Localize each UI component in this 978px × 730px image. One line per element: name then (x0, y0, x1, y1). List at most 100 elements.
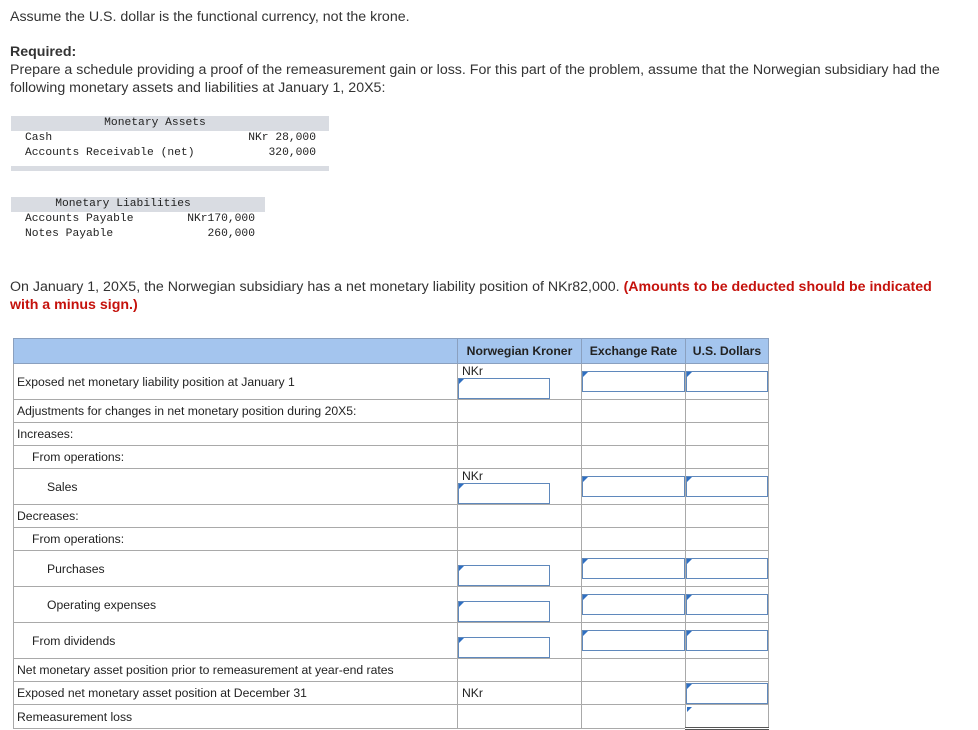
rate-input[interactable] (582, 476, 685, 497)
dollars-cell (685, 704, 769, 730)
rate-cell (581, 363, 686, 400)
monetary-liabilities-header: Monetary Liabilities (11, 197, 265, 212)
table-row: Decreases: (13, 504, 769, 528)
table-row: Exposed net monetary liability position … (13, 363, 769, 400)
row-label: Operating expenses (13, 586, 458, 623)
rate-cell (581, 504, 686, 528)
rate-cell (581, 622, 686, 659)
kroner-cell (457, 445, 582, 469)
table-row: Sales NKr (13, 468, 769, 505)
kroner-cell (457, 586, 582, 623)
kroner-cell (457, 658, 582, 682)
liability-label: Notes Payable (25, 228, 114, 240)
currency-label: NKr (462, 686, 483, 700)
liability-value: NKr170,000 (187, 213, 255, 225)
kroner-cell (457, 504, 582, 528)
rate-cell (581, 586, 686, 623)
dollars-input[interactable] (686, 682, 768, 704)
table-row: Exposed net monetary asset position at D… (13, 681, 769, 705)
rate-cell (581, 422, 686, 446)
rate-cell (581, 468, 686, 505)
rate-cell (581, 399, 686, 423)
kroner-input[interactable] (458, 601, 550, 622)
table-row: From operations: (13, 527, 769, 551)
row-label: Sales (13, 468, 458, 505)
dollars-cell (685, 658, 769, 682)
kroner-cell (457, 422, 582, 446)
row-label: From operations: (13, 445, 458, 469)
dollars-cell (685, 681, 769, 705)
rate-cell (581, 527, 686, 551)
header-blank (13, 338, 458, 364)
rate-cell (581, 658, 686, 682)
header-norwegian-kroner: Norwegian Kroner (457, 338, 582, 364)
kroner-input[interactable] (458, 483, 550, 504)
rate-cell (581, 445, 686, 469)
asset-value: 320,000 (268, 147, 316, 159)
table-row: Net monetary asset position prior to rem… (13, 658, 769, 682)
currency-label: NKr (462, 364, 483, 378)
rate-input[interactable] (582, 558, 685, 579)
kroner-cell (457, 622, 582, 659)
table-row: Adjustments for changes in net monetary … (13, 399, 769, 423)
rate-cell (581, 704, 686, 729)
table-row: Increases: (13, 422, 769, 446)
kroner-cell: NKr (457, 681, 582, 705)
rate-cell (581, 550, 686, 587)
dollars-cell (685, 445, 769, 469)
row-label: Exposed net monetary liability position … (13, 363, 458, 400)
header-exchange-rate: Exchange Rate (581, 338, 686, 364)
kroner-input[interactable] (458, 378, 550, 399)
header-us-dollars: U.S. Dollars (685, 338, 769, 364)
row-label: Increases: (13, 422, 458, 446)
table-row: From dividends (13, 622, 769, 659)
dollars-input[interactable] (686, 476, 768, 497)
row-label: From dividends (13, 622, 458, 659)
dollars-input[interactable] (686, 558, 768, 579)
asset-label: Cash (25, 132, 53, 144)
rate-cell (581, 681, 686, 705)
rate-input[interactable] (582, 371, 685, 392)
liability-value: 260,000 (207, 228, 255, 240)
row-label: From operations: (13, 527, 458, 551)
asset-value: NKr 28,000 (248, 132, 316, 144)
table-row: Remeasurement loss (13, 704, 769, 730)
currency-label: NKr (462, 469, 483, 483)
kroner-input[interactable] (458, 637, 550, 658)
kroner-cell (457, 704, 582, 729)
loss-input[interactable] (686, 705, 768, 727)
dollars-cell (685, 527, 769, 551)
statement-text: On January 1, 20X5, the Norwegian subsid… (10, 278, 960, 314)
asset-row: Accounts Receivable (net) 320,000 (11, 146, 329, 161)
table-row: Operating expenses (13, 586, 769, 623)
dollars-input[interactable] (686, 594, 768, 615)
rate-input[interactable] (582, 594, 685, 615)
kroner-cell: NKr (457, 363, 582, 400)
dollars-cell (685, 363, 769, 400)
kroner-input[interactable] (458, 565, 550, 586)
intro-text: Assume the U.S. dollar is the functional… (10, 9, 410, 25)
required-label: Required: (10, 44, 77, 60)
remeasurement-schedule: Norwegian Kroner Exchange Rate U.S. Doll… (13, 338, 769, 730)
kroner-cell: NKr (457, 468, 582, 505)
dollars-cell (685, 422, 769, 446)
row-label: Purchases (13, 550, 458, 587)
kroner-cell (457, 550, 582, 587)
dollars-cell (685, 622, 769, 659)
dollars-cell (685, 586, 769, 623)
liability-row: Notes Payable 260,000 (11, 227, 265, 242)
table-row: Purchases (13, 550, 769, 587)
row-label: Net monetary asset position prior to rem… (13, 658, 458, 682)
table-header-row: Norwegian Kroner Exchange Rate U.S. Doll… (13, 338, 769, 364)
dollars-input[interactable] (686, 371, 768, 392)
dollars-input[interactable] (686, 630, 768, 651)
row-label: Exposed net monetary asset position at D… (13, 681, 458, 705)
monetary-assets-box: Monetary Assets Cash NKr 28,000 Accounts… (11, 116, 329, 171)
dollars-cell (685, 468, 769, 505)
asset-row: Cash NKr 28,000 (11, 131, 329, 146)
dollars-cell (685, 399, 769, 423)
rate-input[interactable] (582, 630, 685, 651)
liability-row: Accounts Payable NKr170,000 (11, 212, 265, 227)
kroner-cell (457, 527, 582, 551)
row-label: Decreases: (13, 504, 458, 528)
